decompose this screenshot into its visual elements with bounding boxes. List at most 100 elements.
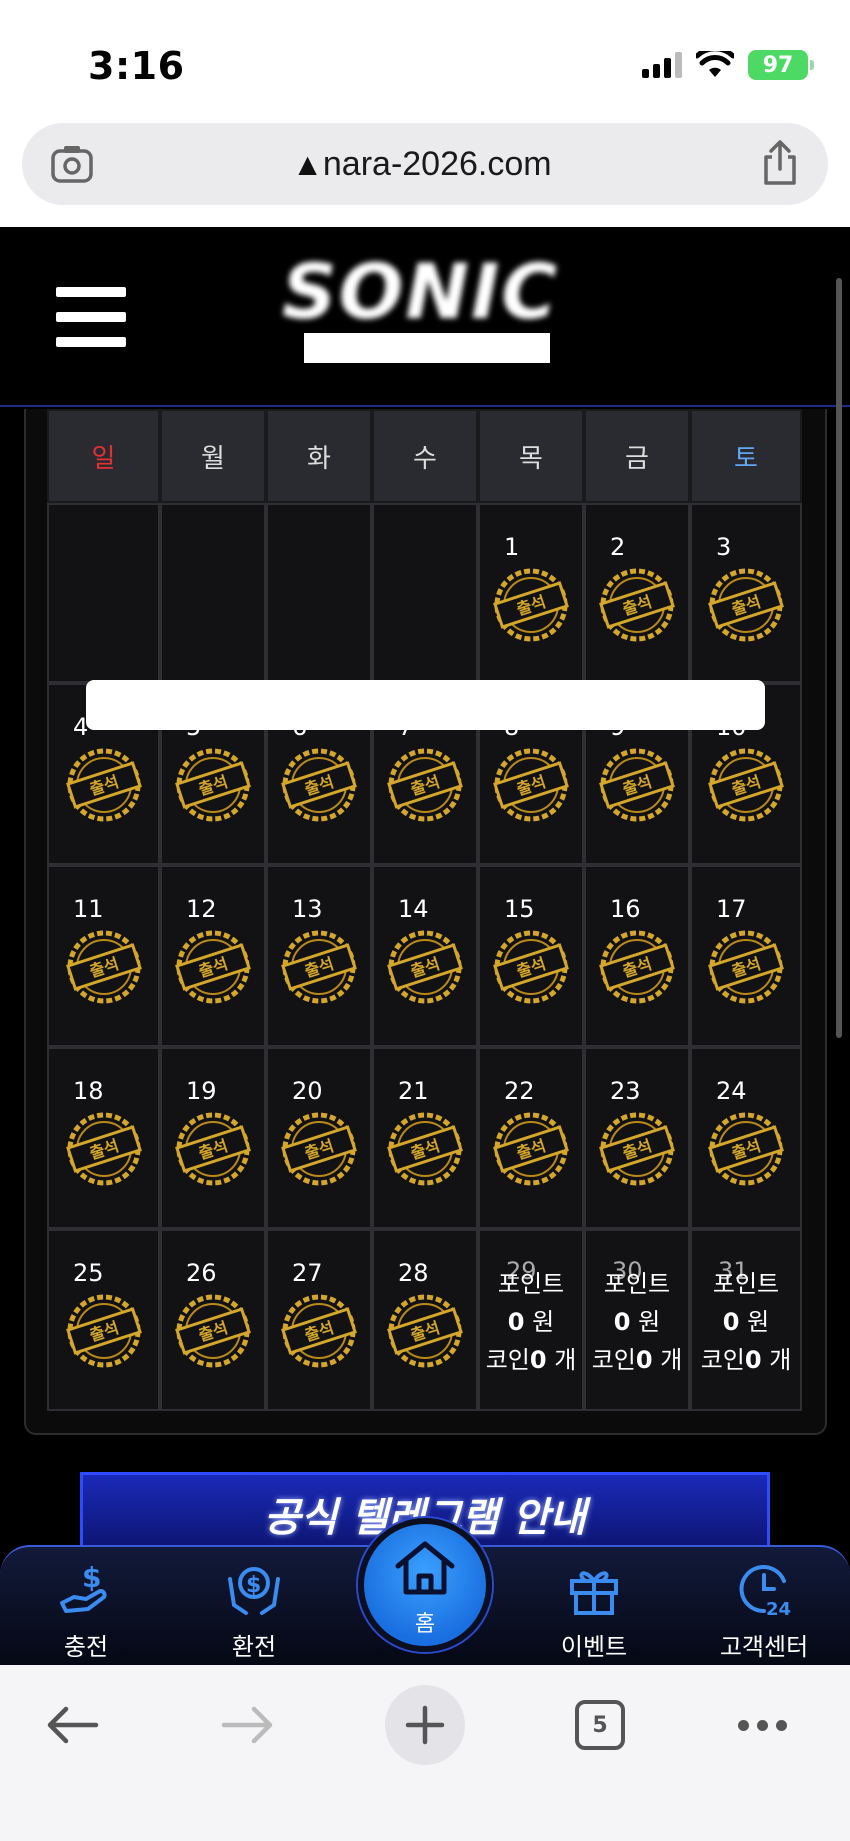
day-number: 19 bbox=[186, 1077, 217, 1105]
attendance-stamp-icon: 출석 bbox=[708, 568, 784, 642]
calendar-day-cell[interactable]: 21 출석 bbox=[372, 1047, 478, 1229]
day-number: 23 bbox=[610, 1077, 641, 1105]
attendance-stamp-icon: 출석 bbox=[599, 930, 675, 1004]
calendar-day-cell[interactable]: 13 출석 bbox=[266, 865, 372, 1047]
attendance-stamp-icon: 출석 bbox=[599, 568, 675, 642]
nav-exchange[interactable]: $ 환전 bbox=[184, 1547, 324, 1667]
day-number: 3 bbox=[716, 533, 732, 561]
attendance-stamp-icon: 출석 bbox=[65, 1112, 142, 1186]
coin-value: 0 bbox=[529, 1346, 547, 1374]
points-summary: 포인트 0 원 코인0 개 bbox=[586, 1265, 688, 1379]
coin-value: 0 bbox=[635, 1346, 653, 1374]
address-bar[interactable]: ▲ nara-2026.com bbox=[22, 123, 828, 205]
forward-button[interactable] bbox=[208, 1685, 288, 1765]
hamburger-menu-icon[interactable] bbox=[56, 287, 126, 347]
points-summary: 포인트 0 원 코인0 개 bbox=[692, 1265, 800, 1379]
coin-unit: 개 bbox=[769, 1346, 792, 1374]
attendance-calendar: 일월화수목금토1출석2출석3출석4출석5출석6출석7출석8출석9출석10출석11… bbox=[47, 409, 802, 1411]
back-button[interactable] bbox=[32, 1685, 112, 1765]
attendance-stamp-icon: 출석 bbox=[493, 568, 569, 642]
new-tab-button[interactable] bbox=[385, 1685, 465, 1765]
nav-home-label: 홈 bbox=[414, 1612, 436, 1637]
more-button[interactable] bbox=[722, 1685, 802, 1765]
status-time: 3:16 bbox=[88, 44, 185, 88]
nav-home-button[interactable]: 홈 bbox=[358, 1518, 492, 1652]
calendar-day-cell[interactable]: 3 출석 bbox=[690, 503, 802, 683]
nav-event[interactable]: 이벤트 bbox=[524, 1547, 664, 1667]
browser-address-area: ▲ nara-2026.com bbox=[0, 115, 850, 227]
attendance-stamp-icon: 출석 bbox=[493, 930, 569, 1004]
gift-icon bbox=[570, 1571, 618, 1615]
calendar-empty-cell bbox=[47, 503, 160, 683]
points-label: 포인트 bbox=[497, 1270, 565, 1298]
weekday-header: 화 bbox=[266, 409, 372, 503]
calendar-day-cell[interactable]: 1 출석 bbox=[478, 503, 584, 683]
coin-label: 코인 bbox=[485, 1346, 530, 1374]
page-menu-icon[interactable] bbox=[50, 143, 94, 185]
calendar-empty-cell bbox=[160, 503, 266, 683]
calendar-day-cell[interactable]: 14 출석 bbox=[372, 865, 478, 1047]
svg-text:$: $ bbox=[246, 1573, 261, 1598]
calendar-day-cell[interactable]: 26 출석 bbox=[160, 1229, 266, 1411]
coin-label: 코인 bbox=[591, 1346, 636, 1374]
calendar-day-cell[interactable]: 25 출석 bbox=[47, 1229, 160, 1411]
charge-icon: $ bbox=[60, 1561, 107, 1613]
day-number: 1 bbox=[504, 533, 520, 561]
attendance-stamp-icon: 출석 bbox=[175, 1294, 251, 1368]
nav-support[interactable]: 24 고객센터 bbox=[694, 1547, 834, 1667]
calendar-day-cell[interactable]: 2 출석 bbox=[584, 503, 690, 683]
calendar-day-cell[interactable]: 16 출석 bbox=[584, 865, 690, 1047]
nav-support-label: 고객센터 bbox=[719, 1633, 809, 1661]
calendar-empty-cell bbox=[372, 503, 478, 683]
day-number: 18 bbox=[73, 1077, 104, 1105]
status-icons: 97 bbox=[642, 50, 814, 80]
attendance-stamp-icon: 출석 bbox=[493, 748, 569, 822]
attendance-stamp-icon: 출석 bbox=[65, 930, 142, 1004]
home-icon bbox=[395, 1541, 455, 1595]
attendance-stamp-icon: 출석 bbox=[65, 1294, 142, 1368]
attendance-stamp-icon: 출석 bbox=[493, 1112, 569, 1186]
calendar-day-cell[interactable]: 15 출석 bbox=[478, 865, 584, 1047]
points-unit: 원 bbox=[747, 1308, 770, 1336]
support-24-icon: 24 bbox=[739, 1565, 791, 1620]
calendar-day-cell[interactable]: 23 출석 bbox=[584, 1047, 690, 1229]
coin-label: 코인 bbox=[700, 1346, 745, 1374]
attendance-stamp-icon: 출석 bbox=[599, 1112, 675, 1186]
day-number: 11 bbox=[73, 895, 104, 923]
attendance-stamp-icon: 출석 bbox=[387, 1112, 463, 1186]
warning-icon: ▲ bbox=[298, 150, 317, 178]
site-logo[interactable]: SONIC bbox=[282, 254, 572, 330]
coin-unit: 개 bbox=[554, 1346, 577, 1374]
weekday-header: 수 bbox=[372, 409, 478, 503]
calendar-day-cell[interactable]: 27 출석 bbox=[266, 1229, 372, 1411]
calendar-day-cell[interactable]: 28 출석 bbox=[372, 1229, 478, 1411]
weekday-header: 목 bbox=[478, 409, 584, 503]
calendar-day-cell[interactable]: 24 출석 bbox=[690, 1047, 802, 1229]
attendance-stamp-icon: 출석 bbox=[387, 1294, 463, 1368]
day-number: 26 bbox=[186, 1259, 217, 1287]
tab-count: 5 bbox=[575, 1700, 625, 1750]
attendance-stamp-icon: 출석 bbox=[387, 748, 463, 822]
calendar-day-cell[interactable]: 29 포인트 0 원 코인0 개 bbox=[478, 1229, 584, 1411]
nav-event-label: 이벤트 bbox=[560, 1633, 628, 1661]
calendar-day-cell[interactable]: 11 출석 bbox=[47, 865, 160, 1047]
calendar-day-cell[interactable]: 19 출석 bbox=[160, 1047, 266, 1229]
svg-text:$: $ bbox=[82, 1561, 101, 1594]
weekday-header: 일 bbox=[47, 409, 160, 503]
page-scrollbar[interactable] bbox=[836, 278, 842, 1038]
day-number: 14 bbox=[398, 895, 429, 923]
logo-redaction bbox=[304, 333, 550, 363]
attendance-stamp-icon: 출석 bbox=[281, 930, 357, 1004]
calendar-day-cell[interactable]: 22 출석 bbox=[478, 1047, 584, 1229]
share-icon[interactable] bbox=[758, 139, 802, 187]
calendar-day-cell[interactable]: 17 출석 bbox=[690, 865, 802, 1047]
calendar-day-cell[interactable]: 18 출석 bbox=[47, 1047, 160, 1229]
calendar-day-cell[interactable]: 12 출석 bbox=[160, 865, 266, 1047]
day-number: 2 bbox=[610, 533, 626, 561]
calendar-day-cell[interactable]: 30 포인트 0 원 코인0 개 bbox=[584, 1229, 690, 1411]
attendance-stamp-icon: 출석 bbox=[175, 748, 251, 822]
calendar-day-cell[interactable]: 20 출석 bbox=[266, 1047, 372, 1229]
calendar-day-cell[interactable]: 31 포인트 0 원 코인0 개 bbox=[690, 1229, 802, 1411]
nav-charge[interactable]: $ 충전 bbox=[16, 1547, 156, 1667]
tabs-button[interactable]: 5 bbox=[560, 1685, 640, 1765]
